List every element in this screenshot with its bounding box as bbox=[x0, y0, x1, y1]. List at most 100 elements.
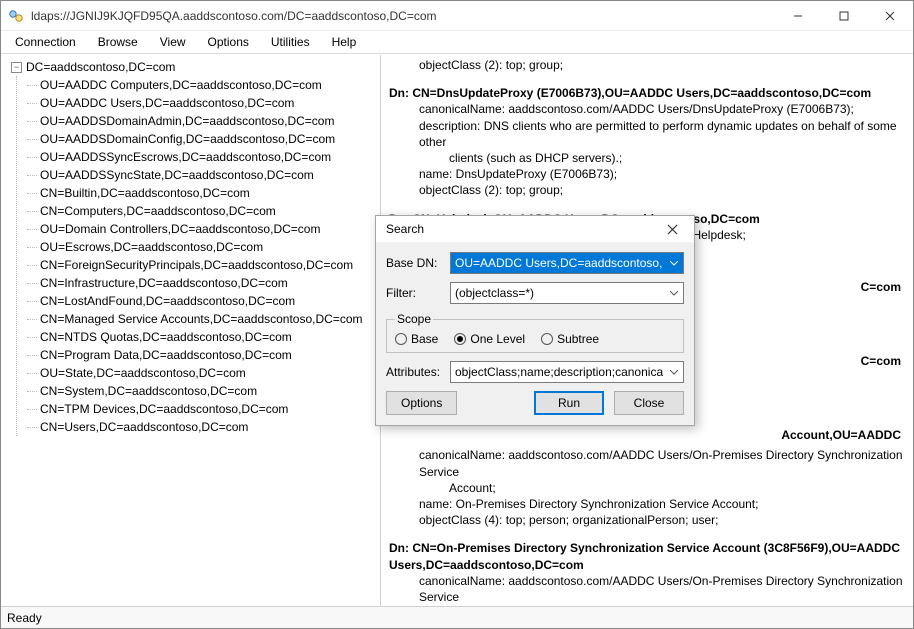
maximize-button[interactable] bbox=[821, 1, 867, 31]
result-line: name: DnsUpdateProxy (E7006B73); bbox=[419, 166, 905, 182]
menu-connection[interactable]: Connection bbox=[5, 33, 86, 51]
menu-help[interactable]: Help bbox=[322, 33, 367, 51]
tree-item[interactable]: CN=NTDS Quotas,DC=aaddscontoso,DC=com bbox=[35, 328, 380, 346]
filter-combo[interactable] bbox=[450, 282, 684, 304]
options-button[interactable]: Options bbox=[386, 391, 457, 415]
tree-item-label: CN=System,DC=aaddscontoso,DC=com bbox=[40, 384, 257, 398]
chevron-down-icon[interactable] bbox=[665, 253, 683, 273]
tree-item-label: OU=Domain Controllers,DC=aaddscontoso,DC… bbox=[40, 222, 320, 236]
tree-item[interactable]: OU=AADDC Computers,DC=aaddscontoso,DC=co… bbox=[35, 76, 380, 94]
result-line: canonicalName: aaddscontoso.com/AADDC Us… bbox=[419, 101, 905, 117]
result-line: Account,OU=AADDC bbox=[781, 428, 901, 442]
tree-item-label: OU=State,DC=aaddscontoso,DC=com bbox=[40, 366, 246, 380]
tree-item[interactable]: CN=TPM Devices,DC=aaddscontoso,DC=com bbox=[35, 400, 380, 418]
result-line: Account; bbox=[449, 480, 905, 496]
tree-root-label: DC=aaddscontoso,DC=com bbox=[26, 60, 175, 74]
scope-subtree-label: Subtree bbox=[557, 332, 599, 346]
tree-item[interactable]: OU=AADDSDomainAdmin,DC=aaddscontoso,DC=c… bbox=[35, 112, 380, 130]
attributes-input[interactable] bbox=[450, 361, 684, 383]
app-icon bbox=[7, 7, 25, 25]
search-dialog: Search Base DN: Filter: Scop bbox=[375, 215, 695, 426]
result-line: clients (such as DHCP servers).; bbox=[449, 150, 905, 166]
scope-base-label: Base bbox=[411, 332, 438, 346]
tree-item[interactable]: OU=AADDSSyncEscrows,DC=aaddscontoso,DC=c… bbox=[35, 148, 380, 166]
tree-item-label: OU=AADDSDomainConfig,DC=aaddscontoso,DC=… bbox=[40, 132, 335, 146]
base-dn-label: Base DN: bbox=[386, 256, 446, 270]
tree-item-label: OU=Escrows,DC=aaddscontoso,DC=com bbox=[40, 240, 263, 254]
tree-item[interactable]: CN=Builtin,DC=aaddscontoso,DC=com bbox=[35, 184, 380, 202]
result-dn: Dn: CN=DnsUpdateProxy (E7006B73),OU=AADD… bbox=[389, 86, 871, 100]
tree-item-label: OU=AADDSSyncState,DC=aaddscontoso,DC=com bbox=[40, 168, 314, 182]
tree-root-node[interactable]: − DC=aaddscontoso,DC=com bbox=[9, 58, 380, 76]
scope-subtree-radio[interactable]: Subtree bbox=[541, 332, 599, 346]
status-text: Ready bbox=[7, 611, 42, 625]
result-line: objectClass (2): top; group; bbox=[419, 182, 905, 198]
tree-item-label: CN=NTDS Quotas,DC=aaddscontoso,DC=com bbox=[40, 330, 292, 344]
minimize-button[interactable] bbox=[775, 1, 821, 31]
tree-item[interactable]: OU=AADDC Users,DC=aaddscontoso,DC=com bbox=[35, 94, 380, 112]
result-line: objectClass (2): top; group; bbox=[419, 57, 905, 73]
tree-item-label: CN=Computers,DC=aaddscontoso,DC=com bbox=[40, 204, 276, 218]
ldp-window: ldaps://JGNIJ9KJQFD95QA.aaddscontoso.com… bbox=[0, 0, 914, 629]
close-window-button[interactable] bbox=[867, 1, 913, 31]
collapse-icon[interactable]: − bbox=[11, 62, 22, 73]
tree-item[interactable]: CN=ForeignSecurityPrincipals,DC=aaddscon… bbox=[35, 256, 380, 274]
tree-item[interactable]: OU=AADDSSyncState,DC=aaddscontoso,DC=com bbox=[35, 166, 380, 184]
statusbar: Ready bbox=[1, 606, 913, 628]
scope-onelevel-radio[interactable]: One Level bbox=[454, 332, 525, 346]
dialog-titlebar[interactable]: Search bbox=[376, 216, 694, 242]
scope-onelevel-label: One Level bbox=[470, 332, 525, 346]
tree-item[interactable]: OU=Domain Controllers,DC=aaddscontoso,DC… bbox=[35, 220, 380, 238]
result-line: objectClass (4): top; person; organizati… bbox=[419, 512, 905, 528]
tree-item[interactable]: CN=Users,DC=aaddscontoso,DC=com bbox=[35, 418, 380, 436]
tree-item-label: OU=AADDC Users,DC=aaddscontoso,DC=com bbox=[40, 96, 294, 110]
window-title: ldaps://JGNIJ9KJQFD95QA.aaddscontoso.com… bbox=[31, 9, 775, 23]
menubar: Connection Browse View Options Utilities… bbox=[1, 31, 913, 54]
chevron-down-icon[interactable] bbox=[665, 362, 683, 382]
result-line: C=com bbox=[861, 354, 901, 368]
tree-item-label: CN=Managed Service Accounts,DC=aaddscont… bbox=[40, 312, 363, 326]
dialog-title: Search bbox=[386, 222, 654, 236]
tree-item[interactable]: OU=Escrows,DC=aaddscontoso,DC=com bbox=[35, 238, 380, 256]
tree-pane[interactable]: − DC=aaddscontoso,DC=com OU=AADDC Comput… bbox=[1, 55, 381, 606]
result-dn: Dn: CN=On-Premises Directory Synchroniza… bbox=[389, 541, 900, 555]
menu-options[interactable]: Options bbox=[198, 33, 259, 51]
scope-group: Scope Base One Level Subtree bbox=[386, 312, 684, 353]
result-line: canonicalName: aaddscontoso.com/AADDC Us… bbox=[419, 573, 905, 605]
tree-item[interactable]: OU=AADDSDomainConfig,DC=aaddscontoso,DC=… bbox=[35, 130, 380, 148]
attributes-combo[interactable] bbox=[450, 361, 684, 383]
tree-item-label: CN=TPM Devices,DC=aaddscontoso,DC=com bbox=[40, 402, 288, 416]
result-dn: Users,DC=aaddscontoso,DC=com bbox=[389, 558, 584, 572]
attributes-label: Attributes: bbox=[386, 365, 446, 379]
scope-base-radio[interactable]: Base bbox=[395, 332, 438, 346]
result-line: description: DNS clients who are permitt… bbox=[419, 118, 905, 150]
tree-item-label: OU=AADDSSyncEscrows,DC=aaddscontoso,DC=c… bbox=[40, 150, 331, 164]
tree-item[interactable]: CN=Managed Service Accounts,DC=aaddscont… bbox=[35, 310, 380, 328]
dialog-close-button[interactable] bbox=[654, 217, 690, 241]
run-button[interactable]: Run bbox=[534, 391, 604, 415]
tree-item-label: CN=Users,DC=aaddscontoso,DC=com bbox=[40, 420, 248, 434]
tree-item[interactable]: CN=LostAndFound,DC=aaddscontoso,DC=com bbox=[35, 292, 380, 310]
base-dn-combo[interactable] bbox=[450, 252, 684, 274]
tree-item-label: OU=AADDSDomainAdmin,DC=aaddscontoso,DC=c… bbox=[40, 114, 334, 128]
result-line: C=com bbox=[861, 280, 901, 294]
tree-item-label: CN=ForeignSecurityPrincipals,DC=aaddscon… bbox=[40, 258, 353, 272]
tree-item[interactable]: OU=State,DC=aaddscontoso,DC=com bbox=[35, 364, 380, 382]
menu-browse[interactable]: Browse bbox=[88, 33, 148, 51]
menu-view[interactable]: View bbox=[150, 33, 196, 51]
tree-item[interactable]: CN=Program Data,DC=aaddscontoso,DC=com bbox=[35, 346, 380, 364]
filter-label: Filter: bbox=[386, 286, 446, 300]
filter-input[interactable] bbox=[450, 282, 684, 304]
chevron-down-icon[interactable] bbox=[665, 283, 683, 303]
base-dn-input[interactable] bbox=[450, 252, 684, 274]
scope-label: Scope bbox=[395, 312, 433, 326]
tree-item-label: CN=LostAndFound,DC=aaddscontoso,DC=com bbox=[40, 294, 295, 308]
tree-item[interactable]: CN=System,DC=aaddscontoso,DC=com bbox=[35, 382, 380, 400]
tree-item[interactable]: CN=Computers,DC=aaddscontoso,DC=com bbox=[35, 202, 380, 220]
close-button[interactable]: Close bbox=[614, 391, 684, 415]
titlebar: ldaps://JGNIJ9KJQFD95QA.aaddscontoso.com… bbox=[1, 1, 913, 31]
result-line: canonicalName: aaddscontoso.com/AADDC Us… bbox=[419, 447, 905, 479]
tree-item[interactable]: CN=Infrastructure,DC=aaddscontoso,DC=com bbox=[35, 274, 380, 292]
result-line: name: On-Premises Directory Synchronizat… bbox=[419, 496, 905, 512]
menu-utilities[interactable]: Utilities bbox=[261, 33, 320, 51]
